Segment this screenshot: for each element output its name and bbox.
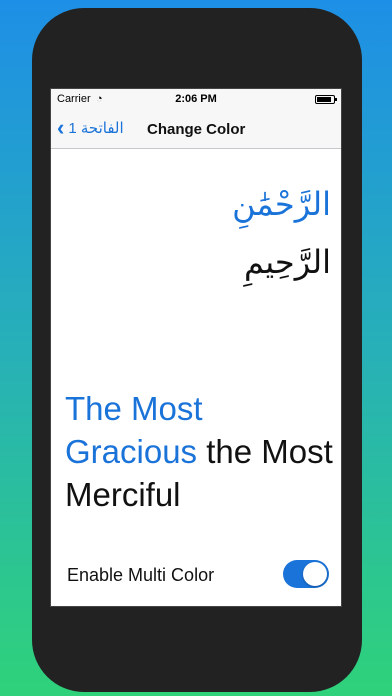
screen: Carrier ◔ 2:06 PM ‹ 1 الفاتحة Change Col… — [50, 88, 342, 607]
meaning-text: The Most Gracious the Most Merciful — [65, 387, 335, 516]
battery-icon — [315, 95, 337, 104]
back-button[interactable]: ‹ 1 الفاتحة — [57, 115, 124, 140]
back-label: 1 الفاتحة — [68, 120, 124, 137]
battery-level — [317, 97, 331, 102]
chevron-left-icon: ‹ — [57, 115, 65, 140]
navigation-bar: ‹ 1 الفاتحة Change Color — [51, 111, 341, 149]
status-time: 2:06 PM — [175, 93, 217, 105]
meaning-highlight: The Most Gracious — [65, 390, 203, 470]
status-bar: Carrier ◔ 2:06 PM — [51, 89, 341, 111]
page-title: Change Color — [147, 121, 246, 138]
multicolor-setting-row: Enable Multi Color — [67, 557, 329, 588]
multicolor-toggle[interactable] — [283, 560, 329, 588]
arabic-word-1: الرَّحْمَٰنِ — [232, 185, 331, 223]
arabic-word-2: الرَّحِيمِ — [243, 243, 331, 281]
multicolor-label: Enable Multi Color — [67, 565, 215, 585]
toggle-knob — [303, 562, 327, 586]
